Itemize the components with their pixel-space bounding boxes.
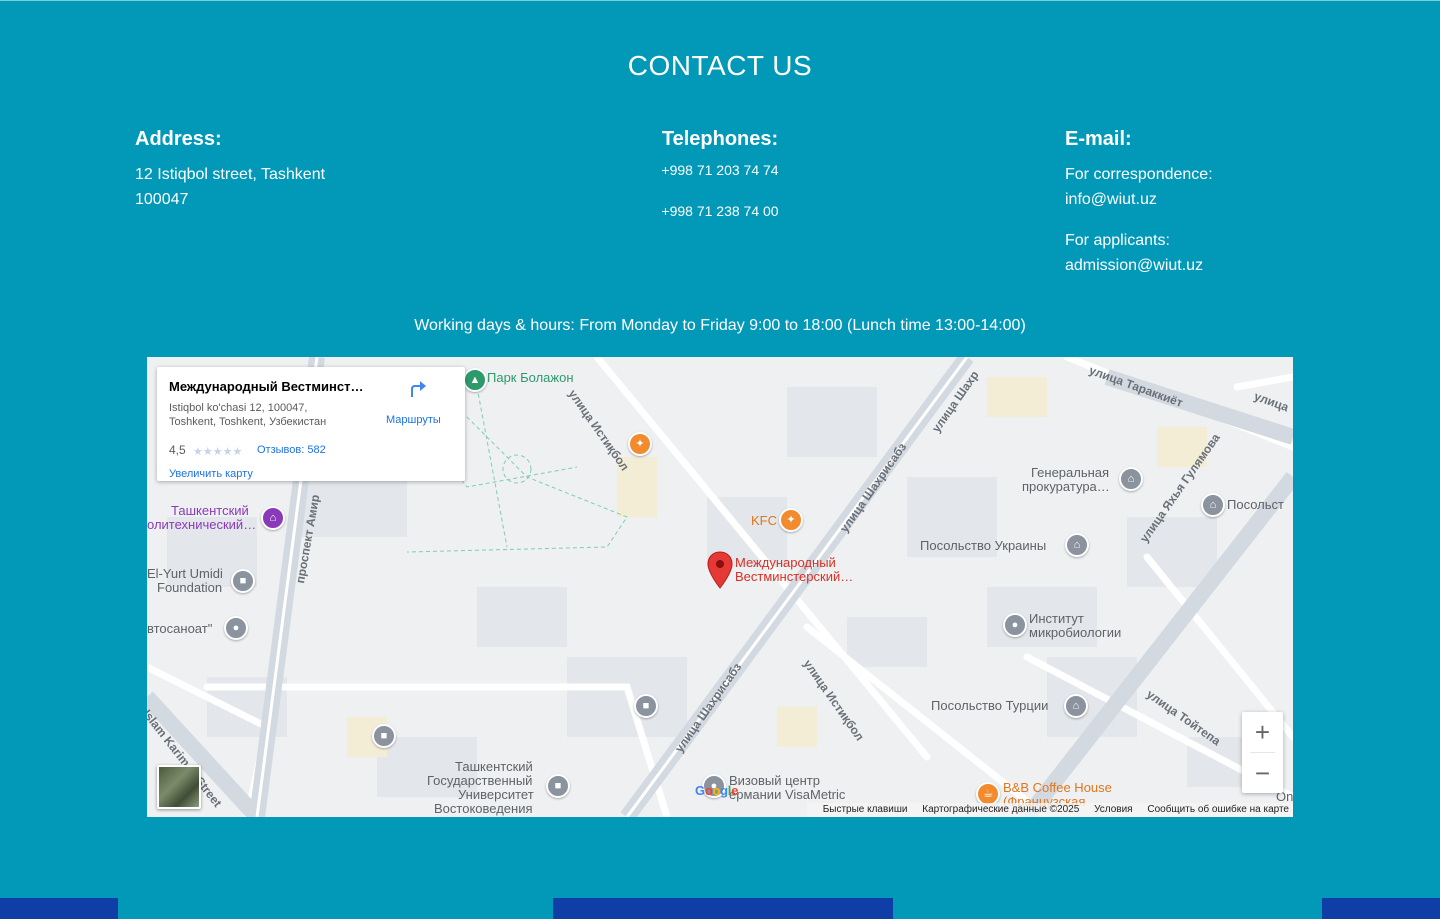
- report-error-link[interactable]: Сообщить об ошибке на карте: [1147, 804, 1289, 815]
- footer-bar-segment: [553, 898, 893, 919]
- university-label-line-4[interactable]: Востоковедения: [434, 802, 533, 816]
- landmark-icon[interactable]: ⌂: [1201, 493, 1225, 517]
- place-rating: 4,5: [169, 443, 186, 457]
- university-label-line-3[interactable]: Университет: [458, 788, 534, 802]
- school-icon[interactable]: ■: [231, 569, 255, 593]
- zoom-in-button[interactable]: +: [1242, 712, 1283, 752]
- museum-icon[interactable]: ⌂: [261, 506, 285, 530]
- zoom-controls: + −: [1242, 712, 1283, 793]
- embedded-map[interactable]: Парк Болажон ▲ ✦ KFC ✦ Международный Вес…: [147, 357, 1293, 817]
- directions-icon[interactable]: [405, 377, 427, 399]
- park-icon[interactable]: ▲: [463, 368, 487, 392]
- location-pin-icon[interactable]: [707, 551, 733, 589]
- place-address-line-1: Istiqbol ko'chasi 12, 100047,: [169, 402, 308, 414]
- top-divider: [0, 0, 1440, 1]
- polytechnic-label-line-1[interactable]: Ташкентский: [171, 504, 249, 518]
- terms-link[interactable]: Условия: [1094, 804, 1133, 815]
- applicants-label: For applicants:: [1065, 232, 1170, 249]
- embassy-ukraine-label[interactable]: Посольство Украины: [920, 539, 1046, 553]
- applicants-email-link[interactable]: admission@wiut.uz: [1065, 253, 1325, 278]
- place-icon[interactable]: ●: [224, 616, 248, 640]
- el-yurt-label-line-1[interactable]: El-Yurt Umidi: [147, 567, 223, 581]
- restaurant-icon[interactable]: ✦: [628, 432, 652, 456]
- school-icon[interactable]: ■: [372, 724, 396, 748]
- embassy-right-label[interactable]: Посольст: [1227, 498, 1284, 512]
- address-line-2: 100047: [135, 191, 189, 208]
- institute-label-line-2[interactable]: микробиологии: [1029, 626, 1121, 640]
- prosecutor-label-line-2[interactable]: прокуратура…: [1022, 480, 1110, 494]
- map-attribution-bar: Быстрые клавиши Картографические данные …: [806, 803, 1293, 817]
- footer-bar-segment: [1322, 898, 1440, 919]
- directions-link[interactable]: Маршруты: [386, 414, 441, 426]
- school-icon[interactable]: ■: [546, 774, 570, 798]
- prosecutor-label-line-1[interactable]: Генеральная: [1031, 466, 1109, 480]
- avtosanoat-label[interactable]: втосаноат": [147, 622, 212, 636]
- university-label-line-2[interactable]: Государственный: [427, 774, 532, 788]
- address-heading: Address:: [135, 128, 222, 150]
- school-icon[interactable]: ■: [634, 694, 658, 718]
- correspondence-email-link[interactable]: info@wiut.uz: [1065, 187, 1325, 212]
- keyboard-shortcuts-link[interactable]: Быстрые клавиши: [823, 804, 908, 815]
- embassy-turkey-label[interactable]: Посольство Турции: [931, 699, 1048, 713]
- institute-label-line-1[interactable]: Институт: [1029, 612, 1084, 626]
- telephones-heading: Telephones:: [661, 128, 779, 150]
- visa-center-label-line-1[interactable]: Визовый центр: [729, 774, 820, 788]
- visa-center-label-line-2[interactable]: ермании VisaMetric: [729, 788, 845, 802]
- correspondence-label: For correspondence:: [1065, 166, 1213, 183]
- marker-label-line-2[interactable]: Вестминстерский…: [735, 570, 853, 584]
- place-info-card: Международный Вестминст… Istiqbol ko'cha…: [157, 367, 465, 481]
- telephones-column: Telephones: +998 71 203 74 74 +998 71 23…: [560, 128, 880, 244]
- place-address: Istiqbol ko'chasi 12, 100047, Toshkent, …: [169, 401, 369, 429]
- address-column: Address: 12 Istiqbol street, Tashkent 10…: [135, 128, 435, 212]
- satellite-toggle-button[interactable]: [157, 765, 201, 809]
- landmark-icon[interactable]: ⌂: [1119, 467, 1143, 491]
- working-hours: Working days & hours: From Monday to Fri…: [414, 317, 1026, 334]
- rating-stars-icon: ★★★★★: [193, 446, 243, 458]
- marker-label-line-1[interactable]: Международный: [735, 556, 836, 570]
- polytechnic-label-line-2[interactable]: олитехнический…: [147, 518, 256, 532]
- landmark-icon[interactable]: ⌂: [1065, 533, 1089, 557]
- email-heading: E-mail:: [1065, 128, 1132, 150]
- zoom-out-button[interactable]: −: [1242, 753, 1283, 793]
- address-line-1: 12 Istiqbol street, Tashkent: [135, 166, 326, 183]
- university-label-line-1[interactable]: Ташкентский: [455, 760, 533, 774]
- el-yurt-label-line-2[interactable]: Foundation: [157, 581, 222, 595]
- page-title: CONTACT US: [627, 50, 813, 81]
- reviews-link[interactable]: Отзывов: 582: [257, 444, 326, 456]
- place-address-line-2: Toshkent, Toshkent, Узбекистан: [169, 416, 327, 428]
- kfc-label[interactable]: KFC: [751, 514, 777, 528]
- email-column: E-mail: For correspondence: info@wiut.uz…: [1065, 128, 1325, 294]
- phone-number[interactable]: +998 71 203 74 74: [560, 162, 880, 179]
- phone-number[interactable]: +998 71 238 74 00: [560, 203, 880, 220]
- place-name: Международный Вестминст…: [169, 379, 364, 394]
- map-data-credit: Картографические данные ©2025: [922, 804, 1080, 815]
- place-icon[interactable]: ●: [1003, 613, 1027, 637]
- restaurant-icon[interactable]: ✦: [779, 508, 803, 532]
- footer-bar-segment: [0, 898, 118, 919]
- google-logo: Google: [695, 783, 739, 798]
- park-label[interactable]: Парк Болажон: [487, 371, 574, 385]
- coffee-label-line-1[interactable]: B&B Coffee House: [1003, 781, 1112, 795]
- landmark-icon[interactable]: ⌂: [1064, 694, 1088, 718]
- enlarge-map-link[interactable]: Увеличить карту: [169, 468, 253, 480]
